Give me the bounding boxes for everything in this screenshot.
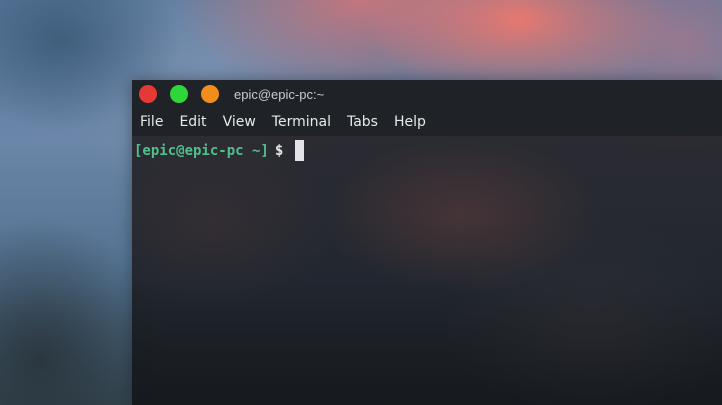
terminal-window[interactable]: epic@epic-pc:~ File Edit View Terminal T…	[132, 80, 722, 405]
menu-terminal[interactable]: Terminal	[272, 114, 331, 130]
menu-tabs[interactable]: Tabs	[347, 114, 378, 130]
menu-view[interactable]: View	[223, 114, 256, 130]
menu-help[interactable]: Help	[394, 114, 426, 130]
menu-file[interactable]: File	[140, 114, 163, 130]
shell-prompt: [epic@epic-pc ~]	[134, 142, 269, 159]
prompt-line: [epic@epic-pc ~] $	[134, 140, 305, 161]
text-cursor	[295, 140, 305, 161]
maximize-window-button[interactable]	[170, 85, 188, 103]
minimize-window-button[interactable]	[201, 85, 219, 103]
title-bar[interactable]: epic@epic-pc:~	[132, 80, 722, 108]
close-window-button[interactable]	[139, 85, 157, 103]
window-title: epic@epic-pc:~	[234, 87, 325, 102]
menu-bar: File Edit View Terminal Tabs Help	[132, 108, 722, 136]
menu-edit[interactable]: Edit	[179, 114, 206, 130]
terminal-output-area[interactable]: [epic@epic-pc ~] $	[132, 136, 722, 405]
prompt-symbol: $	[274, 142, 284, 159]
